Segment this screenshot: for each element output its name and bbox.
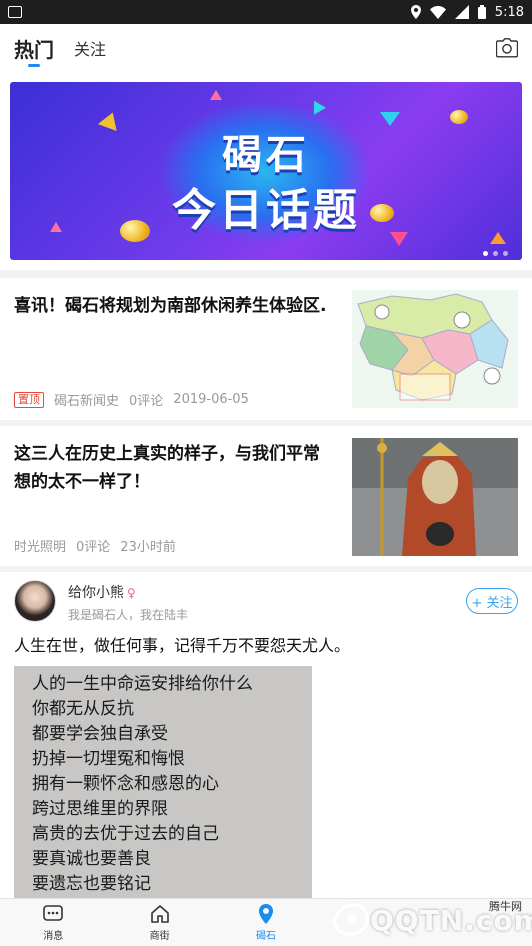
image-text-line: 要遗忘也要铭记 (32, 874, 151, 894)
news-title: 这三人在历史上真实的样子，与我们平常想的太不一样了！ (14, 444, 320, 492)
decor-triangle (210, 90, 222, 100)
tab-follow[interactable]: 关注 (74, 36, 106, 60)
image-text-line: 扔掉一切埋冤和悔恨 (32, 749, 185, 769)
image-text-line: 高贵的去优于过去的自己 (32, 824, 219, 844)
top-nav: 热门 关注 (0, 24, 532, 72)
status-time: 5:18 (494, 4, 524, 20)
watermark: QQTN.com 腾牛网 (330, 894, 532, 944)
avatar[interactable] (14, 580, 56, 622)
post-text: 人生在世，做任何事，记得千万不要怨天尤人。 (14, 636, 351, 655)
news-thumbnail-map (352, 290, 518, 408)
camera-icon[interactable] (496, 38, 518, 58)
news-meta: 置顶 碣石新闻史 0评论 2019-06-05 (14, 390, 249, 409)
banner-container: 碣石 今日话题 (0, 72, 532, 270)
image-text-line: 你都无从反抗 (32, 699, 134, 719)
news-meta: 时光照明 0评论 23小时前 (14, 536, 176, 555)
chat-icon (43, 905, 64, 921)
location-pin-icon (259, 904, 274, 924)
tab-label: 碣石 (256, 931, 277, 942)
banner-pagination (483, 251, 508, 256)
news-source: 时光照明 (14, 540, 67, 555)
news-source: 碣石新闻史 (54, 394, 120, 409)
notification-icon (8, 6, 22, 18)
tab-street[interactable]: 商街 (106, 899, 212, 946)
watermark-logo-icon (332, 903, 369, 936)
tab-hot[interactable]: 热门 (14, 34, 54, 67)
tab-messages[interactable]: 消息 (0, 899, 106, 946)
pagination-dot (483, 251, 488, 256)
tab-label: 商街 (149, 931, 170, 942)
tab-label: 消息 (43, 931, 64, 942)
home-icon (150, 905, 169, 923)
post-user-bio: 我是碣石人，我在陆丰 (68, 608, 189, 622)
topic-banner[interactable]: 碣石 今日话题 (10, 82, 522, 260)
wifi-icon (429, 5, 446, 19)
post-username[interactable]: 给你小熊 ♀ (68, 582, 136, 602)
news-title: 喜讯！碣石将规划为南部休闲养生体验区. (14, 296, 327, 316)
image-text-line: 人的一生中命运安排给你什么 (32, 674, 253, 694)
image-text-line: 拥有一颗怀念和感恩的心 (32, 774, 219, 794)
tab-active-indicator (28, 63, 40, 67)
news-item[interactable]: 喜讯！碣石将规划为南部休闲养生体验区. 置顶 碣石新闻史 0评论 2019-06… (0, 278, 532, 420)
female-icon: ♀ (127, 586, 136, 600)
username-text: 给你小熊 (68, 585, 124, 601)
follow-button[interactable]: + 关注 (466, 588, 518, 614)
battery-icon (477, 5, 486, 19)
news-date: 23小时前 (120, 540, 176, 555)
pagination-dot (503, 251, 508, 256)
news-item[interactable]: 这三人在历史上真实的样子，与我们平常想的太不一样了！ 时光照明 0评论 23小时… (0, 426, 532, 566)
watermark-small-text: 腾牛网 (489, 900, 522, 913)
signal-icon (454, 5, 469, 19)
pagination-dot (493, 251, 498, 256)
image-text-line: 都要学会独自承受 (32, 724, 168, 744)
tab-jieshi[interactable]: 碣石 (213, 899, 319, 946)
pinned-badge: 置顶 (14, 391, 44, 408)
post-image[interactable]: 人的一生中命运安排给你什么 你都无从反抗 都要学会独自承受 扔掉一切埋冤和悔恨 … (14, 666, 312, 902)
status-bar: 5:18 (0, 0, 532, 24)
location-icon (410, 5, 421, 19)
image-text-line: 要真诚也要善良 (32, 849, 151, 869)
image-text-line: 跨过思维里的界限 (32, 799, 168, 819)
banner-title-line2: 今日话题 (172, 185, 360, 236)
news-comments: 0评论 (129, 394, 164, 409)
user-post[interactable]: 给你小熊 ♀ 我是碣石人，我在陆丰 + 关注 人生在世，做任何事，记得千万不要怨天… (0, 572, 532, 902)
banner-title-line1: 碣石 (222, 132, 310, 178)
news-thumbnail-photo (352, 438, 518, 556)
news-comments: 0评论 (76, 540, 111, 555)
tab-hot-label: 热门 (14, 37, 54, 62)
news-date: 2019-06-05 (173, 392, 249, 407)
